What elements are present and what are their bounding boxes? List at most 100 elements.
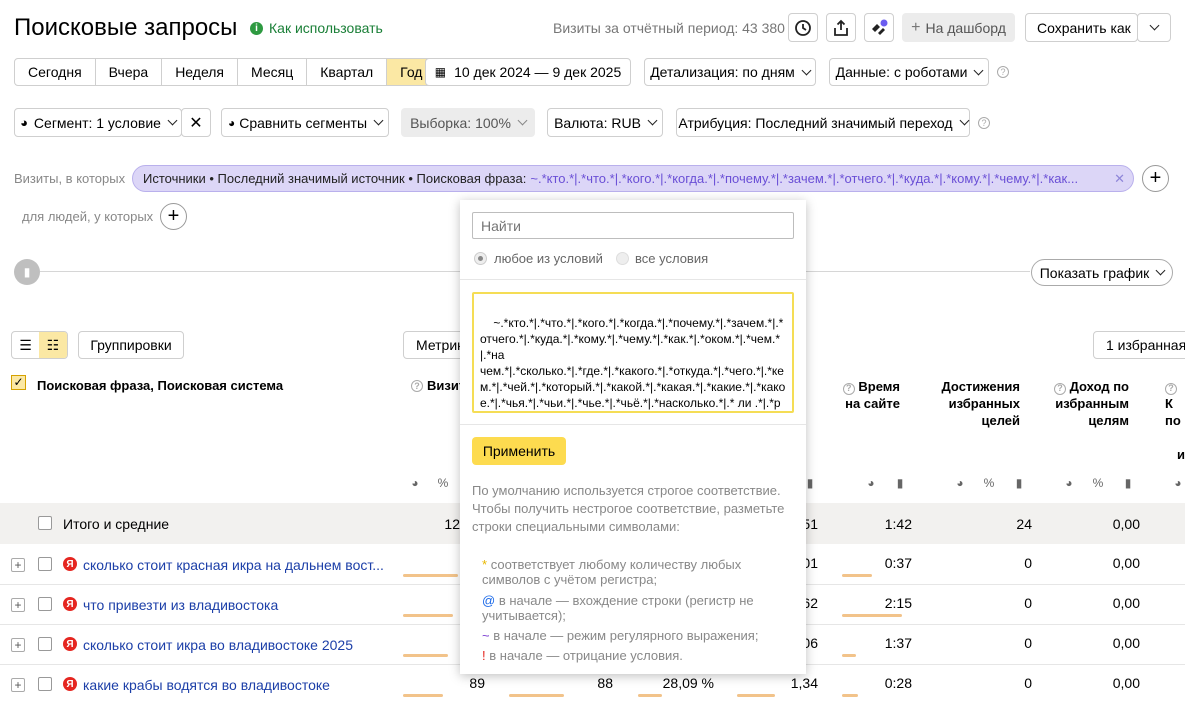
- groupings-button[interactable]: Группировки: [78, 331, 184, 359]
- save-as-dropdown[interactable]: [1137, 13, 1171, 42]
- goals-pie-icon[interactable]: ◕: [949, 473, 971, 493]
- goals-bars-icon[interactable]: ▮: [1008, 473, 1030, 493]
- time-bars-icon[interactable]: ▮: [889, 473, 911, 493]
- how-to-link[interactable]: i Как использовать: [250, 20, 383, 36]
- sample-dropdown[interactable]: Выборка: 100%: [401, 108, 535, 137]
- table-row-phrase[interactable]: сколько стоит красная икра на дальнем во…: [83, 557, 384, 573]
- detail-label: Детализация: по дням: [650, 64, 795, 80]
- expand-row-button[interactable]: +: [11, 638, 25, 652]
- hint-tilde-text: в начале — режим регулярного выражения;: [493, 628, 759, 643]
- radio-all[interactable]: все условия: [616, 251, 708, 266]
- add-people-filter-button[interactable]: +: [160, 203, 187, 230]
- dashboard-button[interactable]: + На дашборд: [902, 13, 1015, 42]
- income-column-header[interactable]: ? Доход по избранным целям: [1052, 378, 1129, 429]
- help-icon[interactable]: ?: [997, 66, 1009, 78]
- visits-column-header[interactable]: ? Визит: [411, 378, 465, 393]
- income-pie-icon[interactable]: ◕: [1058, 473, 1080, 493]
- apply-button[interactable]: Применить: [472, 437, 566, 465]
- goals-column-header[interactable]: Достижения избранных целей: [930, 378, 1020, 429]
- row-checkbox[interactable]: [38, 557, 52, 571]
- expression-text: ~.*кто.*|.*что.*|.*кого.*|.*когда.*|.*по…: [480, 316, 786, 410]
- hint-at-text: в начале — вхождение строки (регистр не …: [482, 593, 754, 623]
- income-bars-icon[interactable]: ▮: [1117, 473, 1139, 493]
- show-chart-button[interactable]: Показать график: [1031, 259, 1173, 286]
- dimension-header[interactable]: Поисковая фраза, Поисковая система: [37, 378, 283, 393]
- income-header-label: Доход по избранным целям: [1055, 379, 1129, 428]
- star-symbol: *: [482, 557, 488, 572]
- favorite-goals-button[interactable]: 1 избранная ц: [1093, 331, 1185, 359]
- chevron-down-icon: [647, 115, 658, 126]
- chevron-down-icon: [1149, 20, 1159, 31]
- segment-clear-button[interactable]: ✕: [181, 108, 211, 137]
- tree-view-icon[interactable]: ☷: [39, 332, 67, 358]
- filter-chip[interactable]: Источники • Последний значимый источник …: [132, 165, 1134, 192]
- popup-search-input[interactable]: [472, 212, 794, 239]
- expression-textarea[interactable]: ~.*кто.*|.*что.*|.*кого.*|.*когда.*|.*по…: [472, 292, 794, 413]
- info-icon: i: [250, 21, 263, 35]
- data-robots-dropdown[interactable]: Данные: с роботами: [829, 58, 989, 86]
- assistant-button[interactable]: [864, 13, 894, 42]
- currency-dropdown[interactable]: Валюта: RUB: [547, 108, 663, 137]
- expand-row-button[interactable]: +: [11, 598, 25, 612]
- row-time: 0:37: [884, 555, 912, 571]
- row-checkbox[interactable]: [38, 677, 52, 691]
- table-row-phrase[interactable]: сколько стоит икра во владивостоке 2025: [83, 637, 353, 653]
- segment-dropdown[interactable]: ◕ Сегмент: 1 условие: [14, 108, 182, 137]
- date-range-picker[interactable]: ▦ 10 дек 2024 — 9 дек 2025: [425, 58, 631, 86]
- save-as-button[interactable]: Сохранить как: [1025, 13, 1138, 42]
- compare-segments-dropdown[interactable]: ◕ Сравнить сегменты: [221, 108, 389, 137]
- chevron-down-icon: [959, 115, 970, 126]
- segment-label: Сегмент: 1 условие: [33, 114, 161, 131]
- help-icon[interactable]: ?: [978, 117, 990, 129]
- period-month[interactable]: Месяц: [238, 59, 308, 85]
- dashboard-label: На дашборд: [925, 19, 1006, 36]
- extra-header-label-2: по: [1165, 413, 1181, 428]
- time-pie-icon[interactable]: ◕: [860, 473, 882, 493]
- apply-label: Применить: [482, 443, 556, 459]
- row-c4: 1,34: [790, 675, 818, 691]
- row-income: 0,00: [1112, 595, 1140, 611]
- period-week[interactable]: Неделя: [162, 59, 239, 85]
- favorite-label: 1 избранная ц: [1106, 337, 1185, 353]
- extra-column-header[interactable]: ? К по и: [1165, 378, 1185, 463]
- period-quarter[interactable]: Квартал: [307, 59, 388, 85]
- detail-dropdown[interactable]: Детализация: по дням: [644, 58, 816, 86]
- radio-any[interactable]: любое из условий: [474, 251, 603, 266]
- metrics-label: Метрик: [416, 337, 464, 353]
- totals-visits: 12: [444, 516, 460, 532]
- plus-icon: +: [167, 205, 180, 227]
- table-row-phrase[interactable]: что привезти из владивостока: [83, 597, 278, 613]
- period-yesterday[interactable]: Вчера: [96, 59, 163, 85]
- period-today[interactable]: Сегодня: [15, 59, 96, 85]
- row-income: 0,00: [1112, 555, 1140, 571]
- income-percent-icon[interactable]: %: [1087, 473, 1109, 493]
- totals-label: Итого и средние: [63, 516, 170, 532]
- totals-checkbox[interactable]: [38, 516, 52, 530]
- row-bar-3: [638, 694, 662, 697]
- attribution-dropdown[interactable]: Атрибуция: Последний значимый переход: [676, 108, 970, 137]
- currency-label: Валюта: RUB: [554, 114, 641, 131]
- close-icon[interactable]: ✕: [1114, 171, 1125, 187]
- row-checkbox[interactable]: [38, 597, 52, 611]
- extra-pie-icon[interactable]: ◕: [1167, 473, 1185, 493]
- close-icon: ✕: [189, 114, 203, 132]
- period-selector[interactable]: Сегодня Вчера Неделя Месяц Квартал Год: [14, 58, 437, 86]
- visits-percent-icon[interactable]: %: [432, 473, 454, 493]
- list-view-icon[interactable]: ☰: [12, 332, 39, 358]
- export-button[interactable]: [826, 13, 856, 42]
- chart-toggle-icon[interactable]: ▮: [14, 259, 40, 285]
- row-bar: [403, 614, 453, 617]
- expand-row-button[interactable]: +: [11, 558, 25, 572]
- visits-pie-icon[interactable]: ◕: [404, 473, 426, 493]
- view-toggle[interactable]: ☰ ☷: [11, 331, 68, 359]
- row-checkbox[interactable]: [38, 637, 52, 651]
- row-visits: 89: [469, 675, 485, 691]
- time-header-label: Время на сайте: [845, 379, 900, 411]
- history-button[interactable]: [788, 13, 818, 42]
- goals-percent-icon[interactable]: %: [978, 473, 1000, 493]
- expand-row-button[interactable]: +: [11, 678, 25, 692]
- table-row-phrase[interactable]: какие крабы водятся во владивостоке: [83, 677, 330, 693]
- add-filter-button[interactable]: +: [1142, 165, 1169, 192]
- dim-checkbox[interactable]: ✓: [11, 375, 26, 390]
- time-column-header[interactable]: ? Время на сайте: [826, 378, 900, 412]
